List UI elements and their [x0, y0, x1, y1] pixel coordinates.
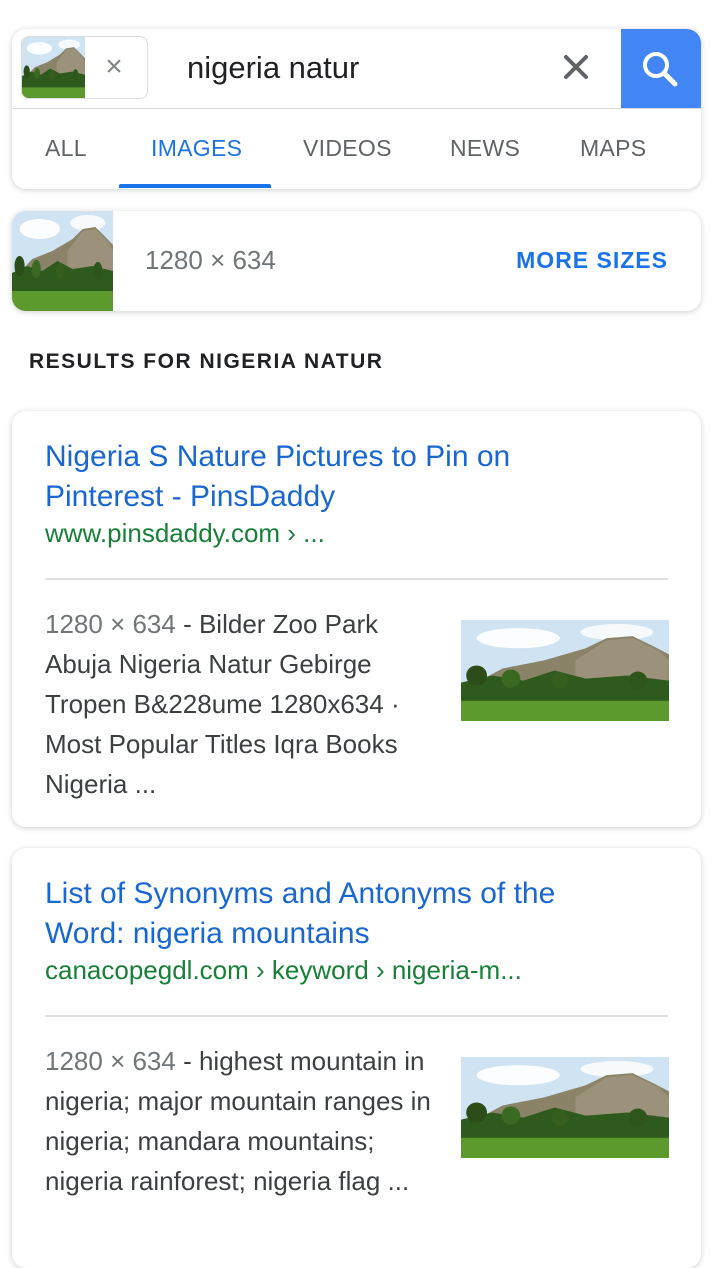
result-title-link[interactable]: List of Synonyms and Antonyms of the Wor… [45, 874, 625, 954]
active-tab-indicator [119, 184, 271, 188]
clear-search-icon[interactable] [556, 47, 596, 87]
search-icon [643, 52, 678, 87]
image-query-chip[interactable]: × [21, 36, 148, 99]
result-thumbnail[interactable] [461, 620, 669, 721]
search-bar: × nigeria natur [12, 29, 701, 109]
result-image-size: 1280 × 634 [45, 609, 176, 639]
search-tabs: ALL IMAGES VIDEOS NEWS MAPS [12, 109, 701, 189]
search-query-input[interactable]: nigeria natur [187, 49, 359, 87]
results-heading: RESULTS FOR NIGERIA NATUR [29, 350, 384, 373]
tab-news[interactable]: NEWS [450, 135, 520, 162]
result-image-size: 1280 × 634 [45, 1046, 176, 1076]
remove-image-icon[interactable]: × [98, 51, 130, 83]
divider [45, 1015, 668, 1017]
result-url[interactable]: canacopegdl.com › keyword › nigeria-m... [45, 955, 522, 986]
query-image-thumbnail [22, 37, 85, 98]
result-thumbnail[interactable] [461, 1057, 669, 1158]
tab-all[interactable]: ALL [45, 135, 87, 162]
tab-maps[interactable]: MAPS [580, 135, 646, 162]
search-card: × nigeria natur ALL IMAGES VIDEOS NEWS M… [12, 29, 701, 189]
result-card: Nigeria S Nature Pictures to Pin on Pint… [12, 411, 701, 827]
result-snippet: 1280 × 634 - Bilder Zoo Park Abuja Niger… [45, 604, 445, 804]
image-size-card: 1280 × 634 MORE SIZES [12, 211, 701, 311]
result-card: List of Synonyms and Antonyms of the Wor… [12, 848, 701, 1268]
divider [45, 578, 668, 580]
tab-videos[interactable]: VIDEOS [303, 135, 392, 162]
search-button[interactable] [621, 29, 701, 108]
result-url[interactable]: www.pinsdaddy.com › ... [45, 518, 325, 549]
result-snippet: 1280 × 634 - highest mountain in nigeria… [45, 1041, 445, 1201]
tab-images[interactable]: IMAGES [151, 135, 242, 162]
more-sizes-link[interactable]: MORE SIZES [516, 247, 668, 274]
image-thumbnail[interactable] [12, 211, 113, 311]
image-dimensions: 1280 × 634 [145, 245, 276, 275]
result-title-link[interactable]: Nigeria S Nature Pictures to Pin on Pint… [45, 437, 625, 517]
